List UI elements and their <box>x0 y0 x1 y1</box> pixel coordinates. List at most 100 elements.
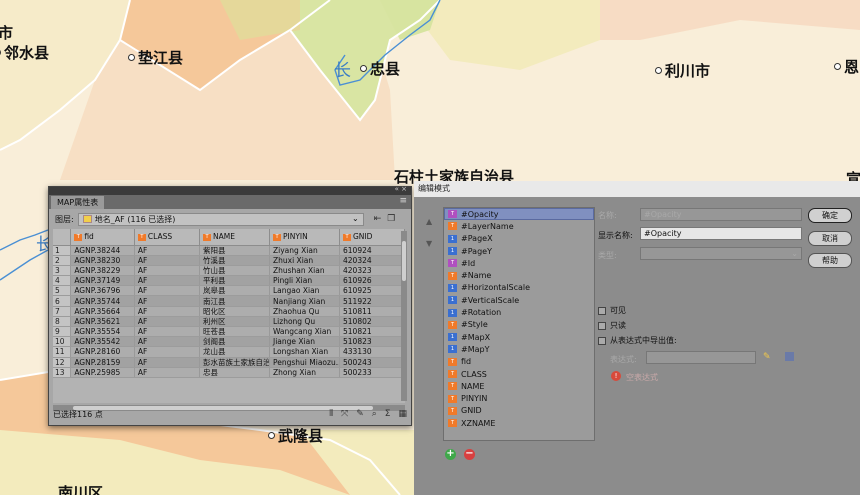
property-item[interactable]: 1 #PageX <box>444 233 594 245</box>
row-number[interactable]: 6 <box>53 295 72 307</box>
table-cell-fid[interactable]: AGNP.28160 <box>70 346 135 358</box>
table-cell-pinyin[interactable]: Zhuxi Xian <box>269 255 340 266</box>
table-cell-cls[interactable]: AF <box>134 346 201 358</box>
add-property-button[interactable]: + <box>445 449 456 460</box>
table-cell-fid[interactable]: AGNP.35664 <box>70 306 135 317</box>
vertical-scrollbar[interactable] <box>401 231 407 401</box>
table-cell-gnid[interactable]: 510802 <box>339 316 405 328</box>
table-cell-gnid[interactable]: 510811 <box>339 306 405 317</box>
new-window-icon[interactable]: ❐ <box>387 214 395 224</box>
table-cell-pinyin[interactable]: Pengshui Miaozu... <box>269 357 340 368</box>
property-item[interactable]: T #Name <box>444 269 594 281</box>
table-cell-name[interactable]: 紫阳县 <box>199 245 270 256</box>
readonly-checkbox[interactable] <box>598 321 606 330</box>
visible-checkbox-row[interactable]: 可见 <box>598 305 626 316</box>
column-header-pinyin[interactable]: T PINYIN <box>269 229 340 246</box>
table-row[interactable]: 7 AGNP.35664 AF 昭化区 Zhaohua Qu 510811 <box>53 306 405 317</box>
table-cell-pinyin[interactable]: Ziyang Xian <box>269 245 340 256</box>
row-number[interactable]: 5 <box>53 285 72 297</box>
remove-property-button[interactable]: − <box>464 449 475 460</box>
table-cell-name[interactable]: 剑阁县 <box>199 336 270 348</box>
zoom-selection-icon[interactable]: ⤧ <box>341 409 348 419</box>
edit-icon[interactable]: ✎ <box>356 409 364 419</box>
table-cell-gnid[interactable]: 510821 <box>339 326 405 338</box>
table-cell-cls[interactable]: AF <box>134 295 201 307</box>
row-number[interactable]: 7 <box>53 306 72 317</box>
table-cell-gnid[interactable]: 420323 <box>339 265 405 277</box>
table-cell-fid[interactable]: AGNP.35621 <box>70 316 135 328</box>
table-cell-fid[interactable]: AGNP.38244 <box>70 245 135 256</box>
table-cell-pinyin[interactable]: Zhaohua Qu <box>269 306 340 317</box>
table-cell-cls[interactable]: AF <box>134 245 201 256</box>
property-item[interactable]: T CLASS <box>444 368 594 380</box>
table-cell-gnid[interactable]: 610924 <box>339 245 405 256</box>
property-item[interactable]: Tfid <box>444 356 594 368</box>
table-cell-gnid[interactable]: 610926 <box>339 275 405 287</box>
help-button[interactable]: 帮助 <box>808 253 852 268</box>
table-cell-cls[interactable]: AF <box>134 357 201 368</box>
table-cell-name[interactable]: 竹溪县 <box>199 255 270 266</box>
table-cell-name[interactable]: 利州区 <box>199 316 270 328</box>
table-icon[interactable]: ▦ <box>398 409 407 419</box>
expression-checkbox-row[interactable]: 从表达式中导出值: <box>598 335 677 346</box>
table-cell-gnid[interactable]: 510823 <box>339 336 405 348</box>
attribute-grid[interactable]: Tfid T CLASS T NAME T PINYIN T GNID 1 AGNP.38… <box>53 229 405 403</box>
property-item[interactable]: 1 #HorizontalScale <box>444 282 594 294</box>
table-cell-pinyin[interactable]: Nanjiang Xian <box>269 295 340 307</box>
table-cell-cls[interactable]: AF <box>134 255 201 266</box>
row-number[interactable]: 12 <box>53 357 72 368</box>
table-cell-pinyin[interactable]: Lizhong Qu <box>269 316 340 328</box>
scrollbar-thumb[interactable] <box>402 241 406 281</box>
table-row[interactable]: 3 AGNP.38229 AF 竹山县 Zhushan Xian 420323 <box>53 265 405 277</box>
pin-icon[interactable]: ⇤ <box>374 214 382 224</box>
row-number[interactable]: 11 <box>53 346 72 358</box>
table-cell-name[interactable]: 昭化区 <box>199 306 270 317</box>
layer-select[interactable]: 地名_AF (116 已选择) ⌄ <box>77 212 364 226</box>
column-header-class[interactable]: T CLASS <box>134 229 201 246</box>
table-cell-cls[interactable]: AF <box>134 285 201 297</box>
table-cell-fid[interactable]: AGNP.35744 <box>70 295 135 307</box>
table-cell-cls[interactable]: AF <box>134 326 201 338</box>
table-cell-name[interactable]: 龙山县 <box>199 346 270 358</box>
column-header-fid[interactable]: Tfid <box>70 229 135 246</box>
table-cell-pinyin[interactable]: Zhushan Xian <box>269 265 340 277</box>
chevron-down-icon[interactable]: ⌄ <box>352 214 359 223</box>
table-row[interactable]: 4 AGNP.37149 AF 平利县 Pingli Xian 610926 <box>53 275 405 287</box>
table-row[interactable]: 1 AGNP.38244 AF 紫阳县 Ziyang Xian 610924 <box>53 245 405 256</box>
table-cell-cls[interactable]: AF <box>134 265 201 277</box>
row-number[interactable]: 2 <box>53 255 72 266</box>
move-up-icon[interactable]: ▲ <box>426 211 432 233</box>
tab-map-attributes[interactable]: MAP属性表 <box>51 196 105 209</box>
table-cell-cls[interactable]: AF <box>134 306 201 317</box>
table-cell-name[interactable]: 彭水苗族土家族自治县 <box>199 357 270 368</box>
row-number[interactable]: 13 <box>53 367 72 378</box>
table-cell-cls[interactable]: AF <box>134 275 201 287</box>
property-item[interactable]: 1 #Rotation <box>444 306 594 318</box>
table-cell-gnid[interactable]: 433130 <box>339 346 405 358</box>
table-row[interactable]: 10 AGNP.35542 AF 剑阁县 Jiange Xian 510823 <box>53 336 405 348</box>
table-cell-gnid[interactable]: 500243 <box>339 357 405 368</box>
table-cell-name[interactable]: 岚皋县 <box>199 285 270 297</box>
row-number[interactable]: 4 <box>53 275 72 287</box>
property-item[interactable]: T NAME <box>444 380 594 392</box>
table-cell-fid[interactable]: AGNP.25985 <box>70 367 135 378</box>
visible-checkbox[interactable] <box>598 306 606 315</box>
table-cell-cls[interactable]: AF <box>134 316 201 328</box>
property-item[interactable]: 1 #MapY <box>444 343 594 355</box>
table-cell-pinyin[interactable]: Pingli Xian <box>269 275 340 287</box>
panel-collapse-close-controls[interactable]: « × <box>395 185 407 193</box>
table-row[interactable]: 9 AGNP.35554 AF 旺苍县 Wangcang Xian 510821 <box>53 326 405 338</box>
property-item[interactable]: T #Style <box>444 319 594 331</box>
table-cell-gnid[interactable]: 610925 <box>339 285 405 297</box>
table-row[interactable]: 2 AGNP.38230 AF 竹溪县 Zhuxi Xian 420324 <box>53 255 405 266</box>
table-row[interactable]: 12AGNP.28159AF彭水苗族土家族自治县Pengshui Miaozu.… <box>53 357 405 368</box>
row-number[interactable]: 10 <box>53 336 72 348</box>
table-row[interactable]: 11 AGNP.28160 AF 龙山县 Longshan Xian 433130 <box>53 346 405 358</box>
grid-icon[interactable] <box>785 352 794 361</box>
table-cell-gnid[interactable]: 511922 <box>339 295 405 307</box>
table-cell-gnid[interactable]: 420324 <box>339 255 405 266</box>
columns-icon[interactable]: ⫴ <box>329 409 333 419</box>
property-item[interactable]: T PINYIN <box>444 392 594 404</box>
property-item[interactable]: T #Opacity <box>444 208 594 221</box>
row-number[interactable]: 3 <box>53 265 72 277</box>
